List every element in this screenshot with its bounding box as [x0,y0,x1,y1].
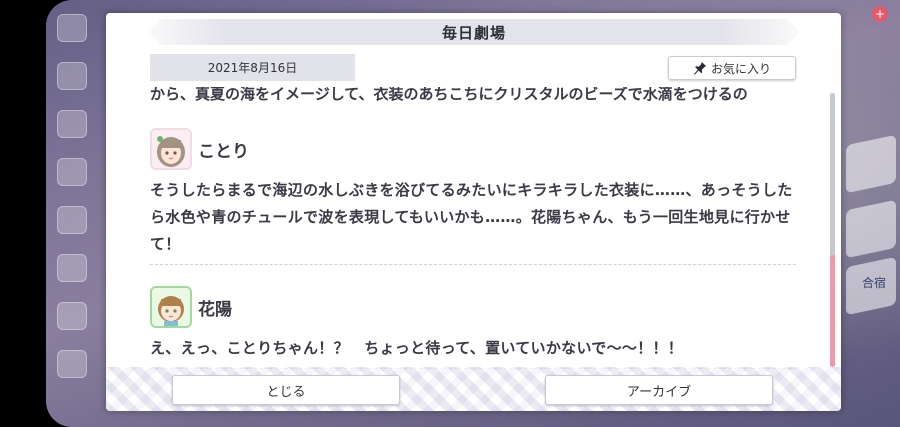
speaker-row: 花陽 [150,285,796,329]
right-tab[interactable] [846,199,896,259]
hanayo-avatar-icon [152,288,190,326]
notice-button[interactable] [57,206,87,234]
modal-footer: とじる アーカイブ [106,367,841,411]
camp-label: 合宿 [861,276,886,290]
gift-button[interactable] [57,158,87,186]
daily-theater-modal: 毎日劇場 2021年8月16日 お気に入り から、真夏の海をイメージして、衣装の… [106,13,841,411]
dialog-divider [150,264,796,265]
trophy-button[interactable] [57,254,87,282]
dialog-entry: 花陽 え、えっ、ことりちゃん！？ ちょっと待って、置いていかないで〜〜！！！ [150,285,796,369]
favorite-label: お気に入り [710,61,771,76]
modal-title-bar: 毎日劇場 [148,19,800,45]
date-label: 2021年8月16日 [150,54,355,81]
scrollbar[interactable] [830,93,835,367]
dialog-text: そうしたらまるで海辺の水しぶきを浴びてるみたいにキラキラした衣装に……、あっそう… [150,181,793,253]
right-panel: + 合宿 [836,0,900,427]
dialog-entry: ことり そうしたらまるで海辺の水しぶきを浴びてるみたいにキラキラした衣装に……、… [150,127,796,265]
right-tab[interactable] [846,134,896,194]
side-menu [52,6,92,421]
event-button[interactable] [57,110,87,138]
favorite-button[interactable]: お気に入り [668,56,796,80]
chat-button[interactable] [57,62,87,90]
partial-line: から、真夏の海をイメージして、衣装のあちこちにクリスタルのビーズで水滴をつけるの [150,87,796,107]
dialog-text: え、えっ、ことりちゃん！？ ちょっと待って、置いていかないで〜〜！！！ [150,339,684,357]
scrollbar-thumb[interactable] [830,255,835,367]
modal-title: 毎日劇場 [441,23,506,42]
profile-button[interactable] [57,350,87,378]
pin-icon [693,61,707,75]
speaker-row: ことり [150,127,796,171]
hanayo-avatar [150,286,192,328]
partial-line-text: から、真夏の海をイメージして、衣装のあちこちにクリスタルのビーズで水滴をつけるの [150,87,748,103]
dialog-scroll-area[interactable]: から、真夏の海をイメージして、衣装のあちこちにクリスタルのビーズで水滴をつけるの [150,85,796,369]
kotori-avatar [150,128,192,170]
speaker-name: ことり [198,141,249,162]
hamburger-menu-button[interactable] [57,14,87,42]
kotori-avatar-icon [152,130,190,168]
archive-button[interactable]: アーカイブ [545,375,773,405]
fullscreen-button[interactable] [57,302,87,330]
speaker-name: 花陽 [198,299,232,320]
plus-icon[interactable]: + [872,6,888,22]
close-button[interactable]: とじる [172,375,400,405]
